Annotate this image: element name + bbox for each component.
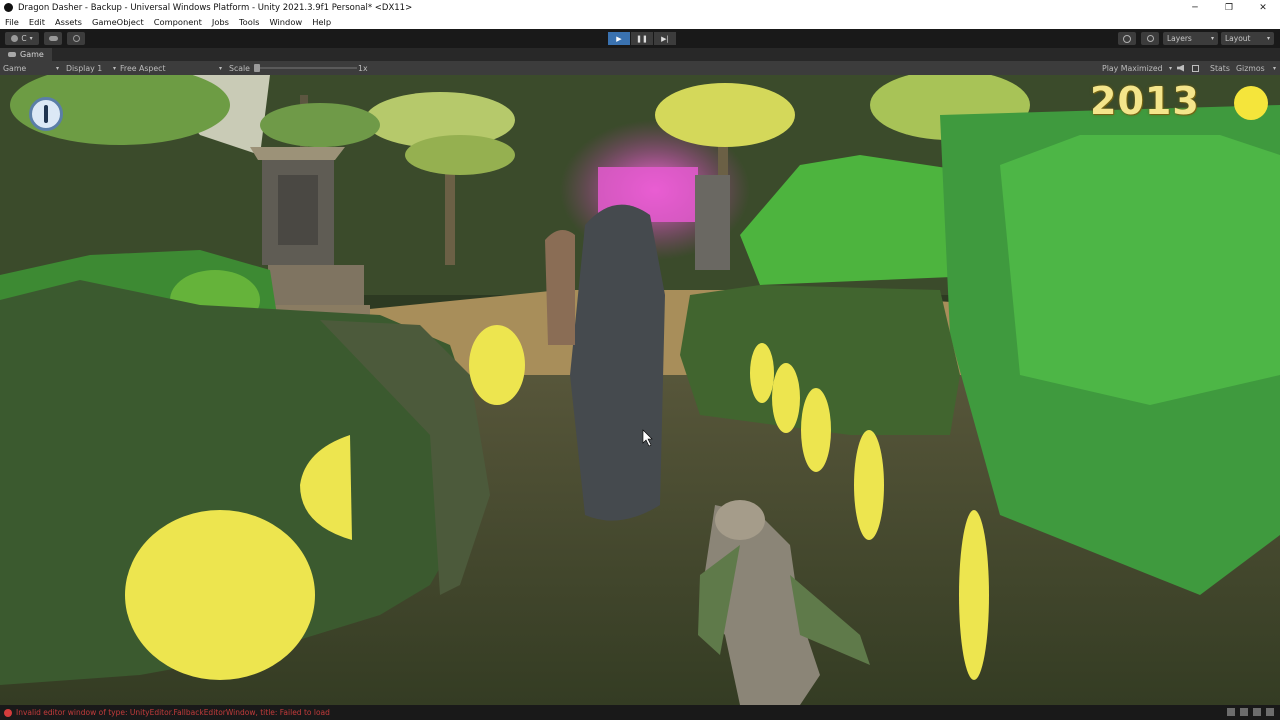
pause-button[interactable]: ❚❚	[631, 32, 653, 45]
step-icon: ▶|	[661, 34, 669, 43]
minimize-button[interactable]: ─	[1178, 0, 1212, 15]
cloud-button[interactable]	[44, 32, 62, 45]
view-mode-dropdown[interactable]: Game ▾	[3, 61, 59, 75]
mute-audio-icon	[1177, 64, 1184, 72]
tab-game-label: Game	[20, 50, 44, 59]
menu-edit[interactable]: Edit	[24, 17, 50, 27]
gizmos-dropdown[interactable]: Gizmos ▾	[1236, 61, 1276, 75]
search-button[interactable]	[1141, 32, 1159, 45]
undo-history-button[interactable]	[1118, 32, 1136, 45]
cloud-icon	[48, 36, 58, 41]
layers-label: Layers	[1167, 34, 1192, 43]
stats-button[interactable]: Stats	[1210, 61, 1230, 75]
chevron-down-icon: ▾	[1168, 64, 1172, 72]
chevron-down-icon: ▾	[29, 35, 33, 42]
unity-logo-icon	[4, 3, 13, 12]
menu-tools[interactable]: Tools	[234, 17, 264, 27]
window-title-bar: Dragon Dasher - Backup - Universal Windo…	[0, 0, 1280, 15]
play-icon: ▶	[616, 34, 622, 43]
menu-file[interactable]: File	[0, 17, 24, 27]
layout-label: Layout	[1225, 34, 1251, 43]
coin-icon	[1234, 86, 1268, 120]
coin	[772, 363, 800, 433]
menu-bar: File Edit Assets GameObject Component Jo…	[0, 15, 1280, 29]
gizmo-icon	[1192, 64, 1199, 72]
gizmo-toggle-button[interactable]	[1192, 61, 1204, 75]
play-maximized-dropdown[interactable]: Play Maximized ▾	[1102, 61, 1172, 75]
account-dropdown[interactable]: C ▾	[5, 32, 39, 45]
layers-dropdown[interactable]: Layers ▾	[1163, 32, 1218, 45]
coin-score: 2013	[1090, 79, 1200, 123]
restore-button[interactable]: ❐	[1212, 0, 1246, 15]
account-icon	[11, 35, 19, 42]
chevron-down-icon: ▾	[1210, 35, 1214, 42]
close-button[interactable]: ✕	[1246, 0, 1280, 15]
debug-mode-icon[interactable]	[1227, 708, 1235, 716]
display-dropdown[interactable]: Display 1 ▾	[66, 61, 116, 75]
coin	[959, 510, 989, 680]
play-controls: ▶ ❚❚ ▶|	[608, 32, 677, 45]
status-bar: Invalid editor window of type: UnityEdit…	[0, 705, 1280, 720]
game-view-toolbar: Game ▾ Display 1 ▾ Free Aspect ▾ Scale 1…	[0, 61, 1280, 75]
play-button[interactable]: ▶	[608, 32, 630, 45]
progress-icon[interactable]	[1240, 708, 1248, 716]
step-button[interactable]: ▶|	[654, 32, 676, 45]
layout-dropdown[interactable]: Layout ▾	[1221, 32, 1274, 45]
collab-status-icon[interactable]	[1266, 708, 1274, 716]
cache-icon[interactable]	[1253, 708, 1261, 716]
coin	[750, 343, 774, 403]
dock-tab-strip: Game	[0, 48, 1280, 61]
search-icon	[1146, 35, 1154, 42]
menu-assets[interactable]: Assets	[50, 17, 87, 27]
stone-pillar-right	[695, 175, 730, 270]
chevron-down-icon: ▾	[1272, 64, 1276, 72]
chevron-down-icon: ▾	[112, 64, 116, 72]
menu-component[interactable]: Component	[149, 17, 207, 27]
chevron-down-icon: ▾	[55, 64, 59, 72]
unity-editor-window: Dragon Dasher - Backup - Universal Windo…	[0, 0, 1280, 720]
collab-button[interactable]	[67, 32, 85, 45]
collab-icon	[72, 35, 80, 42]
gizmos-label: Gizmos	[1236, 63, 1265, 73]
window-title: Dragon Dasher - Backup - Universal Windo…	[18, 2, 413, 13]
main-toolbar: C ▾ ▶ ❚❚ ▶| Layers ▾ Layout ▾	[0, 29, 1280, 48]
history-icon	[1123, 34, 1131, 43]
display-label: Display 1	[66, 63, 103, 73]
game-viewport[interactable]: 2013	[0, 75, 1280, 705]
view-mode-label: Game	[3, 63, 27, 73]
pause-game-icon	[44, 105, 48, 123]
coin	[801, 388, 831, 472]
aspect-label: Free Aspect	[120, 63, 166, 73]
menu-window[interactable]: Window	[264, 17, 307, 27]
coin	[469, 325, 525, 405]
game-scene	[0, 75, 1280, 705]
game-controller-icon	[8, 52, 16, 57]
account-label: C	[21, 34, 27, 43]
coin	[854, 430, 884, 540]
scale-slider-handle[interactable]	[254, 64, 260, 72]
menu-help[interactable]: Help	[307, 17, 336, 27]
pause-icon: ❚❚	[636, 34, 648, 43]
status-error-message[interactable]: Invalid editor window of type: UnityEdit…	[16, 708, 330, 717]
mute-audio-button[interactable]	[1177, 61, 1189, 75]
menu-gameobject[interactable]: GameObject	[87, 17, 149, 27]
status-icons	[1227, 708, 1274, 716]
scale-label: Scale	[229, 63, 250, 73]
chevron-down-icon: ▾	[1266, 35, 1270, 42]
scale-slider-track[interactable]	[257, 67, 357, 69]
play-maximized-label: Play Maximized	[1102, 63, 1163, 73]
scale-value: 1x	[358, 63, 368, 73]
coin	[125, 510, 315, 680]
pause-game-button[interactable]	[29, 97, 63, 131]
error-icon	[4, 708, 12, 717]
chevron-down-icon: ▾	[218, 64, 222, 72]
menu-jobs[interactable]: Jobs	[207, 17, 234, 27]
grass-right-highlight	[1000, 135, 1280, 405]
tab-game[interactable]: Game	[0, 48, 52, 61]
aspect-dropdown[interactable]: Free Aspect ▾	[120, 61, 222, 75]
